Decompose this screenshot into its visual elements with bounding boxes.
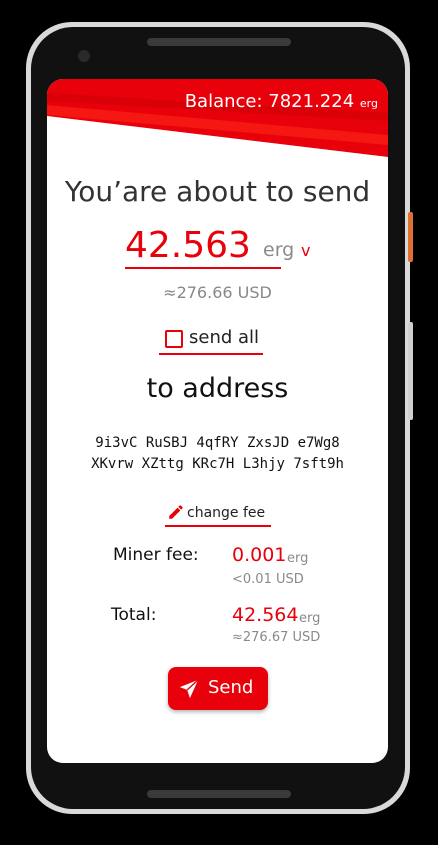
miner-fee-usd: <0.01 USD: [232, 572, 304, 587]
change-fee-label[interactable]: change fee: [187, 505, 265, 521]
send-button-label[interactable]: Send: [208, 677, 253, 698]
total-usd: ≈276.67 USD: [232, 630, 321, 645]
balance-unit: erg: [359, 97, 378, 110]
bottom-speaker: [147, 790, 291, 798]
amount-usd: ≈276.66 USD: [163, 283, 272, 302]
checkbox-icon[interactable]: [165, 330, 183, 348]
amount-value[interactable]: 42.563: [125, 225, 251, 266]
total-value: 42.564: [232, 604, 299, 626]
balance-label: Balance:: [184, 91, 263, 112]
total-label: Total:: [111, 605, 157, 625]
paper-plane-icon: [179, 679, 199, 699]
send-all-toggle[interactable]: send all: [159, 325, 263, 355]
miner-fee-value: 0.001: [232, 544, 287, 566]
amount-unit: erg: [263, 239, 295, 261]
to-address-title: to address: [146, 373, 289, 404]
app-screen: Balance: 7821.224 erg You’are about to s…: [47, 79, 388, 763]
send-button[interactable]: Send: [168, 667, 268, 710]
address-line-2: XKvrw XZttg KRc7H L3hjy 7sft9h: [91, 456, 344, 472]
volume-button: [408, 322, 413, 420]
amount-input[interactable]: 42.563 erg v: [125, 225, 310, 269]
address-line-1: 9i3vC RuSBJ 4qfRY ZxsJD e7Wg8: [95, 435, 340, 451]
total-unit: erg: [299, 611, 321, 626]
balance-display: Balance: 7821.224 erg: [185, 91, 378, 112]
balance-value: 7821.224: [268, 91, 355, 112]
miner-fee-unit: erg: [287, 551, 309, 566]
page-title: You’are about to send: [64, 175, 371, 208]
send-all-label[interactable]: send all: [189, 327, 259, 348]
change-fee-link[interactable]: change fee: [165, 503, 271, 527]
unit-dropdown-icon[interactable]: v: [301, 241, 310, 260]
front-camera: [78, 50, 90, 62]
power-button: [408, 212, 413, 262]
recipient-address: 9i3vC RuSBJ 4qfRY ZxsJD e7Wg8 XKvrw XZtt…: [47, 433, 388, 475]
header-banner: Balance: 7821.224 erg: [47, 79, 388, 159]
pencil-icon: [169, 505, 183, 519]
miner-fee-label: Miner fee:: [113, 545, 199, 565]
speaker-grille: [147, 38, 291, 46]
